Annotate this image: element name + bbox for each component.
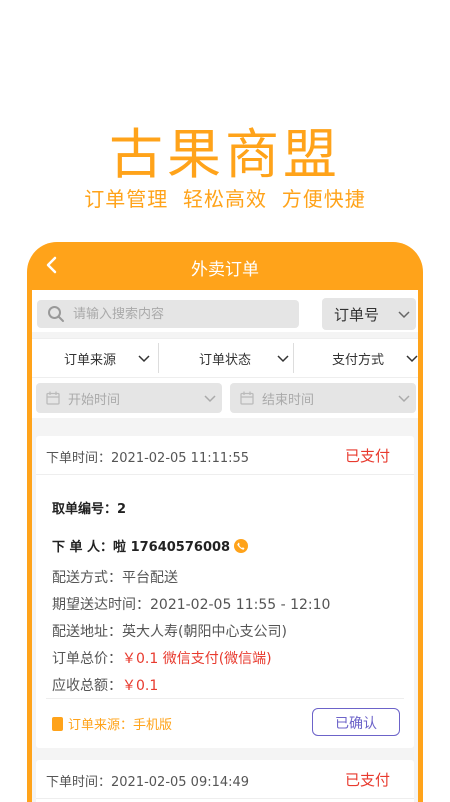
order-total: 订单总价：￥0.1 微信支付(微信端) [52, 648, 272, 668]
search-icon [48, 306, 64, 322]
order-time: 下单时间：2021-02-05 09:14:49 [46, 775, 250, 790]
calendar-icon [240, 391, 254, 405]
filter-label: 订单来源 [64, 353, 117, 368]
app-header: 外卖订单 [27, 242, 423, 290]
receivable-value: ￥0.1 [122, 678, 159, 694]
app-screen: 订单号 订单来源 订单状态 支付方式 [32, 290, 418, 802]
filter-label: 支付方式 [332, 353, 385, 368]
phone-mockup: 外卖订单 订单号 订单来源 [27, 242, 423, 802]
customer-text: 下 单 人：啦 17640576008 [52, 540, 231, 555]
date-range-row: 开始时间 结束时间 [32, 378, 418, 418]
order-source-text: 订单来源：手机版 [68, 718, 173, 733]
customer-info: 下 单 人：啦 17640576008 [52, 536, 249, 555]
search-type-select[interactable]: 订单号 [322, 298, 416, 330]
filter-order-status[interactable]: 订单状态 [159, 339, 293, 377]
document-icon [52, 717, 63, 731]
end-date-placeholder: 结束时间 [262, 393, 315, 408]
search-input[interactable] [73, 300, 293, 328]
phone-icon[interactable] [234, 539, 249, 553]
filter-row: 订单来源 订单状态 支付方式 [32, 338, 418, 378]
end-date-picker[interactable]: 结束时间 [230, 383, 416, 413]
filter-payment-method[interactable]: 支付方式 [294, 339, 418, 377]
filter-label: 订单状态 [199, 353, 252, 368]
filter-order-source[interactable]: 订单来源 [32, 339, 158, 377]
order-card-header: 下单时间：2021-02-05 09:14:49 已支付 [36, 760, 414, 799]
calendar-icon [46, 391, 60, 405]
chevron-down-icon [398, 395, 410, 403]
hero-title: 古果商盟 [109, 123, 341, 186]
order-card-header: 下单时间：2021-02-05 11:11:55 已支付 [36, 436, 414, 475]
pickup-number: 取单编号：2 [52, 502, 127, 517]
chevron-down-icon [398, 311, 410, 319]
chevron-down-icon [277, 355, 289, 363]
search-row: 订单号 [32, 290, 418, 332]
status-badge: 已支付 [344, 447, 390, 465]
status-badge: 已支付 [344, 771, 390, 789]
receivable-label: 应收总额： [52, 678, 122, 694]
order-card[interactable]: 下单时间：2021-02-05 11:11:55 已支付 取单编号：2 下 单 … [36, 436, 414, 748]
order-time: 下单时间：2021-02-05 11:11:55 [46, 451, 250, 466]
order-card[interactable]: 下单时间：2021-02-05 09:14:49 已支付 [36, 760, 414, 802]
start-date-picker[interactable]: 开始时间 [36, 383, 222, 413]
order-total-value: ￥0.1 微信支付(微信端) [122, 651, 272, 667]
receivable-total: 应收总额：￥0.1 [52, 675, 158, 695]
search-type-label: 订单号 [334, 306, 380, 324]
hero-subtitle: 订单管理 轻松高效 方便快捷 [84, 187, 366, 211]
chevron-down-icon [406, 355, 418, 363]
search-box[interactable] [37, 300, 299, 328]
chevron-down-icon [138, 355, 150, 363]
chevron-down-icon [204, 395, 216, 403]
confirmed-button[interactable]: 已确认 [312, 708, 400, 736]
expected-delivery-time: 期望送达时间：2021-02-05 11:55 - 12:10 [52, 597, 331, 613]
order-total-label: 订单总价： [52, 651, 122, 667]
delivery-method: 配送方式：平台配送 [52, 570, 178, 586]
start-date-placeholder: 开始时间 [68, 393, 121, 408]
divider [46, 698, 404, 699]
page-title: 外卖订单 [191, 260, 259, 280]
order-source: 订单来源：手机版 [52, 714, 172, 733]
delivery-address: 配送地址：英大人寿(朝阳中心支公司) [52, 624, 287, 640]
